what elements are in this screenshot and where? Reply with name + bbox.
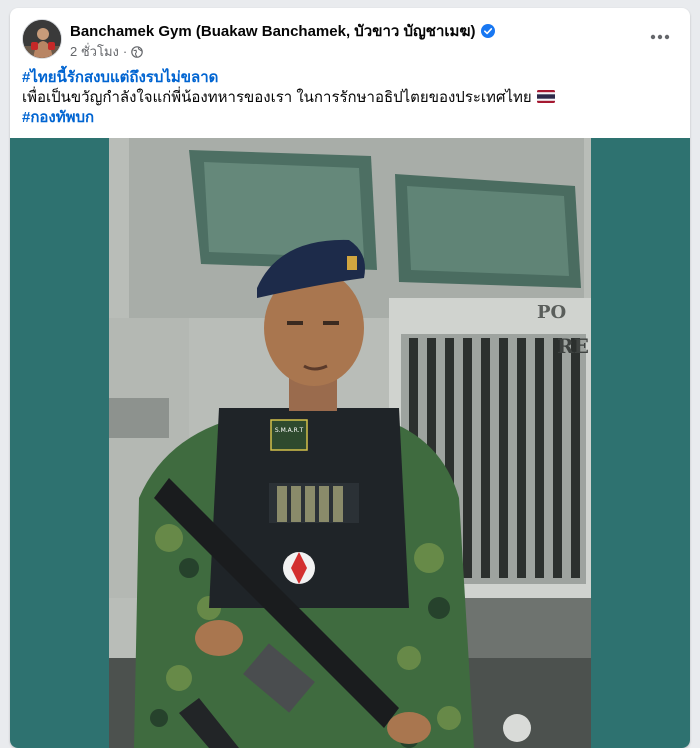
post-timestamp[interactable]: 2 ชั่วโมง — [70, 41, 119, 62]
author-name-row: Banchamek Gym (Buakaw Banchamek, บัวขาว … — [70, 19, 495, 43]
post-photo-container: PO RE S.M.A.R.T — [10, 138, 690, 748]
vehicle-lettering-side: RE — [557, 334, 589, 358]
verified-badge-icon — [480, 24, 495, 38]
soldier-photo-image: PO RE S.M.A.R.T — [109, 138, 591, 748]
more-options-icon — [650, 34, 670, 40]
post-photo[interactable]: PO RE S.M.A.R.T — [109, 138, 591, 748]
post-body-text: เพื่อเป็นขวัญกำลังใจแก่พี่น้องทหารของเรา… — [22, 89, 532, 106]
post-text: #ไทยนี้รักสงบแต่ถึงรบไม่ขลาด เพื่อเป็นขว… — [22, 68, 678, 128]
author-avatar[interactable] — [22, 19, 62, 59]
thailand-flag-icon — [536, 90, 555, 103]
post-options-button[interactable] — [642, 22, 678, 52]
vehicle-lettering-top: PO — [537, 302, 566, 323]
vest-patch-label: S.M.A.R.T — [275, 427, 304, 434]
public-globe-icon[interactable] — [131, 45, 144, 58]
hashtag-link[interactable]: #ไทยนี้รักสงบแต่ถึงรบไม่ขลาด — [22, 69, 218, 86]
hashtag-link[interactable]: #กองทัพบก — [22, 109, 94, 126]
post-header: Banchamek Gym (Buakaw Banchamek, บัวขาว … — [10, 8, 690, 64]
meta-separator: · — [122, 44, 128, 59]
avatar-image — [23, 20, 61, 58]
author-name[interactable]: Banchamek Gym (Buakaw Banchamek, บัวขาว … — [70, 19, 476, 43]
post-meta: 2 ชั่วโมง · — [70, 41, 144, 62]
post-card: Banchamek Gym (Buakaw Banchamek, บัวขาว … — [10, 8, 690, 748]
